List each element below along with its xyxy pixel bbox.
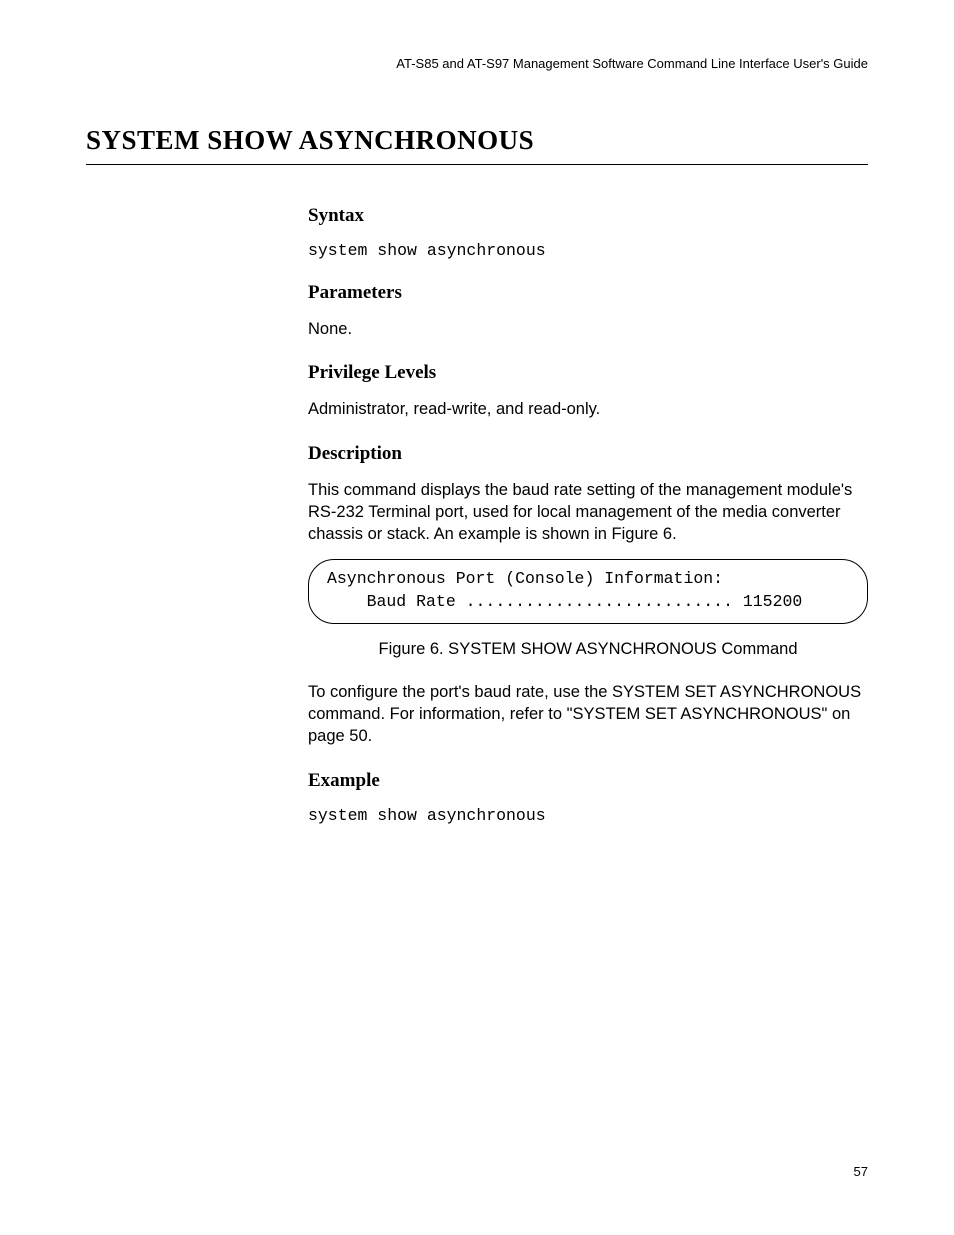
page: AT-S85 and AT-S97 Management Software Co… — [0, 0, 954, 825]
syntax-heading: Syntax — [308, 205, 868, 227]
description-heading: Description — [308, 443, 868, 465]
example-heading: Example — [308, 770, 868, 792]
running-header: AT-S85 and AT-S97 Management Software Co… — [86, 56, 868, 71]
description-text: This command displays the baud rate sett… — [308, 479, 868, 546]
console-output: Asynchronous Port (Console) Information:… — [327, 568, 849, 613]
content-block: Syntax system show asynchronous Paramete… — [308, 205, 868, 825]
example-code: system show asynchronous — [308, 806, 868, 825]
figure-caption: Figure 6. SYSTEM SHOW ASYNCHRONOUS Comma… — [308, 640, 868, 659]
page-number: 57 — [854, 1164, 868, 1179]
privilege-heading: Privilege Levels — [308, 362, 868, 384]
postfigure-text: To configure the port's baud rate, use t… — [308, 681, 868, 748]
parameters-heading: Parameters — [308, 282, 868, 304]
parameters-text: None. — [308, 318, 868, 340]
page-title: SYSTEM SHOW ASYNCHRONOUS — [86, 125, 868, 165]
console-output-box: Asynchronous Port (Console) Information:… — [308, 559, 868, 624]
syntax-code: system show asynchronous — [308, 241, 868, 260]
privilege-text: Administrator, read-write, and read-only… — [308, 398, 868, 420]
